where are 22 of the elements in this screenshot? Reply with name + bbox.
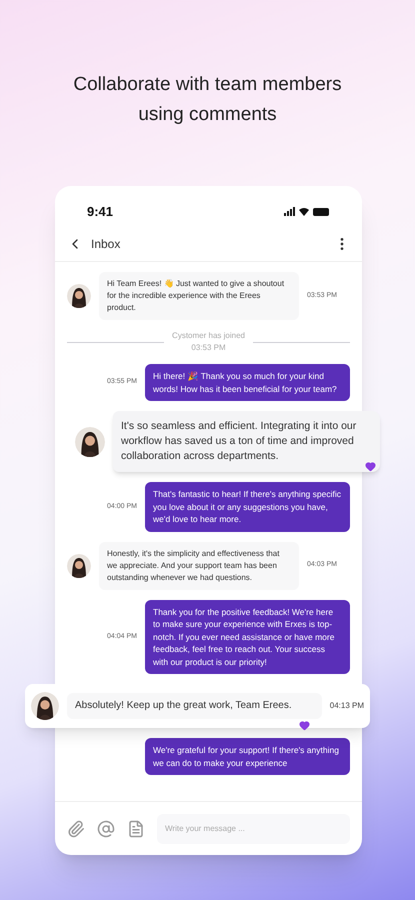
avatar xyxy=(31,692,59,720)
system-notice: Cystomer has joined xyxy=(172,330,245,342)
status-icons xyxy=(284,207,330,217)
message-bubble: We're grateful for your support! If there's anything we can do to make your experience xyxy=(145,738,350,775)
message-field[interactable]: Write your message ... xyxy=(157,814,350,844)
message-bubble: It's so seamless and efficient. Integrating it into our workflow has saved us a ton of time and improved collaboration across departments. xyxy=(113,411,380,472)
message-bubble: Honestly, it's the simplicity and effectiveness that we appreciate. And your support team has been outstanding whenever we had questions. xyxy=(99,542,299,590)
avatar xyxy=(67,554,91,578)
message-bubble: Thank you for the positive feedback! We're here to make sure your experience with Erxes is top-notch. If you ever need assistance or have more feedback, feel free to reach out. Your success with our product is our priority! xyxy=(145,600,350,674)
headline: Collaborate with team members using comments xyxy=(72,73,343,127)
notice-time: 03:53 PM xyxy=(191,342,226,354)
document-icon[interactable] xyxy=(127,820,145,838)
avatar xyxy=(75,426,105,456)
message-bubble: Hi Team Erees! 👋 Just wanted to give a shoutout for the incredible experience with the Erees product. xyxy=(99,272,299,320)
message-bubble: That's fantastic to hear! If there's anything specific you love about it or any suggestions you have, we'd love to hear more. xyxy=(145,482,350,532)
mention-icon[interactable] xyxy=(97,820,115,838)
message-bubble: Hi there! 🎉 Thank you so much for your kind words! How has it been beneficial for your team? xyxy=(145,364,350,401)
message-time: 04:13 PM xyxy=(330,700,364,712)
attach-icon[interactable] xyxy=(67,820,85,838)
status-time: 9:41 xyxy=(87,203,114,222)
header-title: Inbox xyxy=(91,236,120,252)
avatar xyxy=(67,284,91,308)
